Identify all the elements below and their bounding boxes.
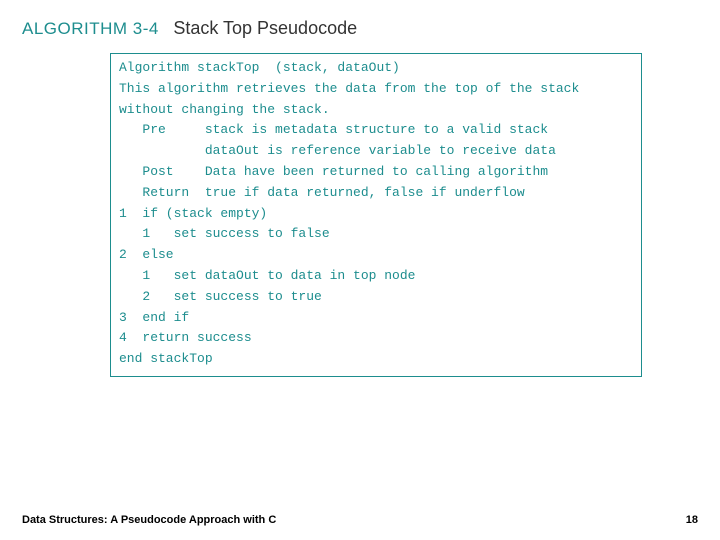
algorithm-header: ALGORITHM 3-4 Stack Top Pseudocode — [0, 0, 720, 39]
code-line: Post Data have been returned to calling … — [119, 162, 633, 183]
footer-book-title: Data Structures: A Pseudocode Approach w… — [22, 514, 276, 526]
code-line: 1 set dataOut to data in top node — [119, 266, 633, 287]
code-line: Algorithm stackTop (stack, dataOut) — [119, 58, 633, 79]
slide-footer: Data Structures: A Pseudocode Approach w… — [22, 514, 698, 526]
code-line: Pre stack is metadata structure to a val… — [119, 120, 633, 141]
code-line: dataOut is reference variable to receive… — [119, 141, 633, 162]
code-line: This algorithm retrieves the data from t… — [119, 79, 633, 100]
footer-page-number: 18 — [686, 514, 698, 526]
pseudocode-box: Algorithm stackTop (stack, dataOut) This… — [110, 53, 642, 377]
code-line: 1 set success to false — [119, 224, 633, 245]
code-line: 2 set success to true — [119, 287, 633, 308]
code-line: end stackTop — [119, 349, 633, 370]
algorithm-title: Stack Top Pseudocode — [173, 18, 357, 39]
code-line: 4 return success — [119, 328, 633, 349]
code-line: Return true if data returned, false if u… — [119, 183, 633, 204]
code-line: without changing the stack. — [119, 100, 633, 121]
code-line: 2 else — [119, 245, 633, 266]
algorithm-number: ALGORITHM 3-4 — [22, 19, 159, 39]
code-line: 1 if (stack empty) — [119, 204, 633, 225]
code-line: 3 end if — [119, 308, 633, 329]
